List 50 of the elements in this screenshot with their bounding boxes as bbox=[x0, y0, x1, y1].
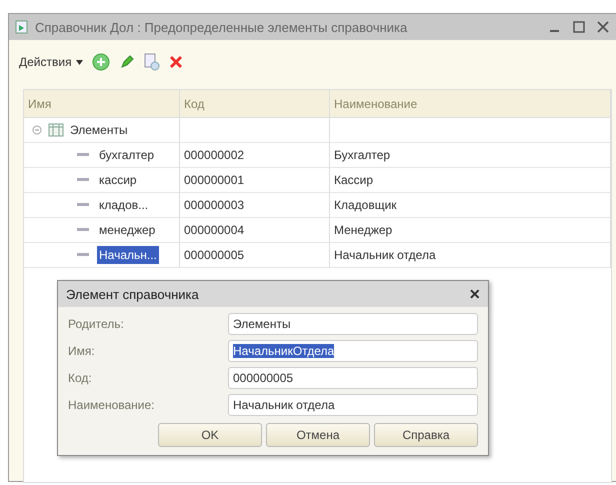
field-label: Наименование: bbox=[68, 398, 156, 412]
dialog-button[interactable]: OK bbox=[158, 423, 262, 447]
field-label: Родитель: bbox=[68, 317, 125, 331]
copy-document-icon[interactable] bbox=[144, 53, 160, 71]
item-icon bbox=[77, 153, 89, 157]
caret-icon bbox=[76, 60, 83, 64]
item-icon bbox=[77, 203, 89, 207]
field-label: Имя: bbox=[68, 344, 96, 358]
table-cell: Кладовщик bbox=[330, 193, 611, 218]
item-name[interactable]: кассир bbox=[97, 171, 139, 189]
table-cell: 000000002 bbox=[180, 143, 330, 168]
collapse-icon[interactable] bbox=[32, 125, 42, 135]
item-icon bbox=[77, 178, 89, 182]
close-icon[interactable] bbox=[596, 20, 610, 34]
item-name[interactable]: менеджер bbox=[97, 221, 158, 239]
item-icon bbox=[77, 228, 89, 232]
add-icon[interactable] bbox=[92, 53, 110, 71]
table-cell: Начальник отдела bbox=[330, 243, 611, 268]
maximize-icon[interactable] bbox=[572, 20, 586, 34]
actions-menu-button[interactable]: Действия bbox=[19, 55, 83, 69]
input-field[interactable]: 000000005 bbox=[228, 367, 478, 389]
table-cell: Кассир bbox=[330, 168, 611, 193]
table-cell: Менеджер bbox=[330, 218, 611, 243]
document-icon bbox=[15, 20, 29, 34]
group-name: Элементы bbox=[70, 123, 128, 137]
dialog-button[interactable]: Отмена bbox=[266, 423, 370, 447]
input-field[interactable]: Элементы bbox=[228, 313, 478, 335]
delete-icon[interactable] bbox=[168, 55, 183, 69]
item-name[interactable]: Начальн... bbox=[97, 246, 159, 264]
dialog-button[interactable]: Справка bbox=[374, 423, 478, 447]
table-cell: 000000005 bbox=[180, 243, 330, 268]
field-value: 000000005 bbox=[233, 371, 294, 385]
input-field[interactable]: НачальникОтдела bbox=[228, 340, 478, 362]
item-name[interactable]: бухгалтер bbox=[97, 146, 156, 164]
pencil-icon[interactable] bbox=[118, 54, 135, 70]
item-name[interactable]: кладов... bbox=[97, 196, 150, 214]
table-cell: Бухгалтер bbox=[330, 143, 611, 168]
field-label: Код: bbox=[68, 371, 93, 385]
table-cell: 000000001 bbox=[180, 168, 330, 193]
input-field[interactable]: Начальник отдела bbox=[228, 394, 478, 416]
field-value: НачальникОтдела bbox=[233, 344, 334, 358]
dialog-title: Элемент справочника bbox=[66, 286, 199, 302]
close-button[interactable]: × bbox=[469, 285, 480, 303]
field-value: Начальник отдела bbox=[233, 398, 335, 412]
table-icon bbox=[48, 123, 64, 137]
item-icon bbox=[77, 253, 89, 257]
field-value: Элементы bbox=[233, 317, 291, 331]
table-cell: 000000004 bbox=[180, 218, 330, 243]
window-title: Справочник Дол : Предопределенные элементы справочника bbox=[35, 20, 408, 34]
table-cell: 000000003 bbox=[180, 193, 330, 218]
